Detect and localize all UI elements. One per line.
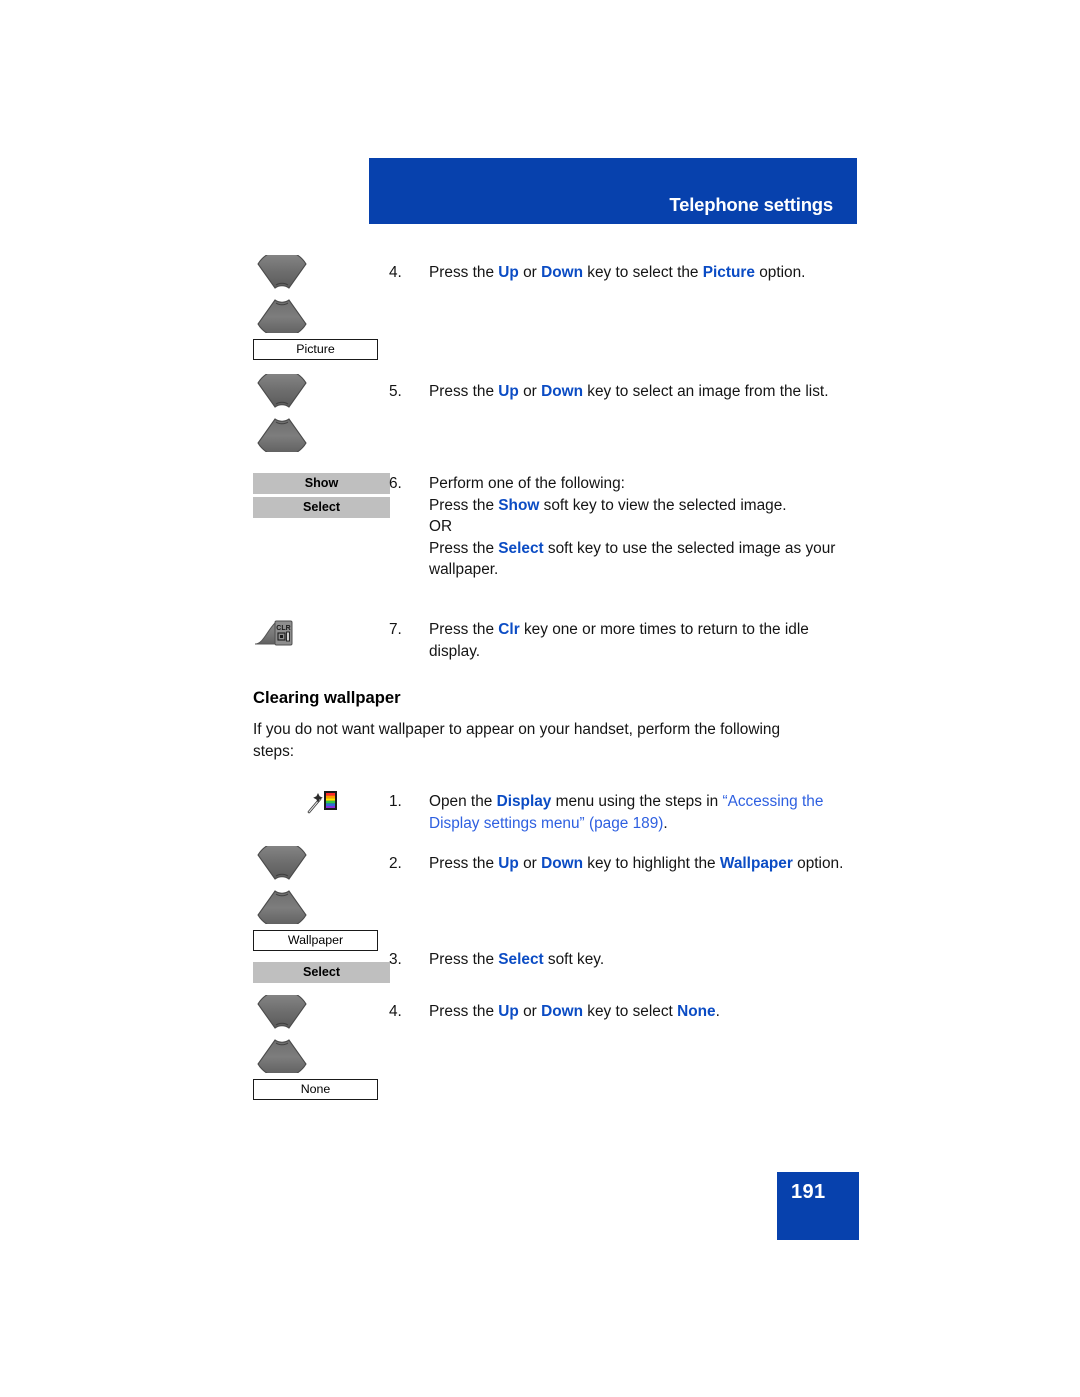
- step4-icon-group: Picture: [253, 255, 388, 360]
- key-down: Down: [541, 1003, 583, 1020]
- clear-step2-icon-group: Wallpaper Select: [253, 846, 390, 983]
- step-text: Press the Up or Down key to select the P…: [429, 264, 806, 281]
- clear-step-4-text: 4. Press the Up or Down key to select No…: [389, 1001, 849, 1023]
- key-down: Down: [541, 264, 583, 281]
- step7-icon-group: CLR: [253, 617, 388, 647]
- soft-key-select[interactable]: Select: [253, 962, 390, 983]
- soft-key-select-ref: Select: [498, 951, 544, 968]
- step-number: 3.: [389, 951, 402, 968]
- page-content: Picture 4. Press the Up or Down key to s…: [0, 0, 1080, 1397]
- step-text: Press the Up or Down key to select None.: [429, 1003, 720, 1020]
- document-page: Telephone settings Picture 4. Press the …: [0, 0, 1080, 1397]
- key-up: Up: [498, 383, 519, 400]
- menu-display: Display: [496, 793, 552, 810]
- key-up: Up: [498, 264, 519, 281]
- clear-step4-icon-group: None: [253, 995, 388, 1100]
- clear-step-1-text: 1. Open the Display menu using the steps…: [389, 791, 849, 834]
- step-4-text: 4. Press the Up or Down key to select th…: [389, 262, 849, 284]
- soft-key-select-ref: Select: [498, 539, 544, 557]
- navigation-up-down-key-icon: [253, 374, 311, 452]
- soft-key-show-ref: Show: [498, 496, 540, 514]
- section-heading: Clearing wallpaper: [253, 688, 401, 707]
- menu-label-wallpaper: Wallpaper: [253, 930, 378, 951]
- soft-key-show[interactable]: Show: [253, 473, 390, 494]
- step-number: 5.: [389, 383, 402, 400]
- step-number: 7.: [389, 621, 402, 638]
- option-none: None: [677, 1003, 716, 1020]
- step-number: 6.: [389, 475, 402, 492]
- key-up: Up: [498, 855, 519, 872]
- step-number: 2.: [389, 855, 402, 872]
- soft-key-select[interactable]: Select: [253, 497, 390, 518]
- step-6-text: 6. Perform one of the following: Press th…: [389, 473, 849, 581]
- option-wallpaper: Wallpaper: [719, 855, 793, 872]
- option-picture: Picture: [702, 264, 755, 281]
- key-down: Down: [541, 383, 583, 400]
- display-settings-icon: [307, 789, 337, 814]
- menu-label-none: None: [253, 1079, 378, 1100]
- key-down: Down: [541, 855, 583, 872]
- step-text: Press the Clr key one or more times to r…: [429, 621, 809, 660]
- menu-label-picture: Picture: [253, 339, 378, 360]
- key-up: Up: [498, 1003, 519, 1020]
- step-number: 4.: [389, 264, 402, 281]
- step-text: Perform one of the following: Press the S…: [429, 475, 836, 578]
- step-text: Press the Up or Down key to highlight th…: [429, 855, 844, 872]
- clr-key-icon: CLR: [253, 617, 295, 647]
- step-text: Press the Up or Down key to select an im…: [429, 383, 829, 400]
- navigation-up-down-key-icon: [253, 995, 311, 1073]
- page-number-box: 191: [777, 1172, 859, 1240]
- section-intro-paragraph: If you do not want wallpaper to appear o…: [253, 721, 781, 760]
- page-number: 191: [791, 1181, 826, 1203]
- step-5-text: 5. Press the Up or Down key to select an…: [389, 381, 849, 403]
- clear-step-3-text: 3. Press the Select soft key.: [389, 949, 849, 971]
- navigation-up-down-key-icon: [253, 255, 311, 333]
- step-7-text: 7. Press the Clr key one or more times t…: [389, 619, 849, 662]
- step-text: Press the Select soft key.: [429, 951, 605, 968]
- step6-icon-group: Show Select: [253, 473, 390, 518]
- cross-reference-link[interactable]: “Accessing the Display settings menu” (p…: [429, 793, 823, 832]
- key-clr: Clr: [498, 621, 520, 638]
- step-number: 1.: [389, 793, 402, 810]
- navigation-up-down-key-icon: [253, 846, 311, 924]
- step5-icon-group: [253, 374, 388, 452]
- step-number: 4.: [389, 1003, 402, 1020]
- step-text: Open the Display menu using the steps in…: [429, 793, 824, 832]
- svg-text:CLR: CLR: [276, 625, 290, 632]
- clear-step-2-text: 2. Press the Up or Down key to highlight…: [389, 853, 849, 875]
